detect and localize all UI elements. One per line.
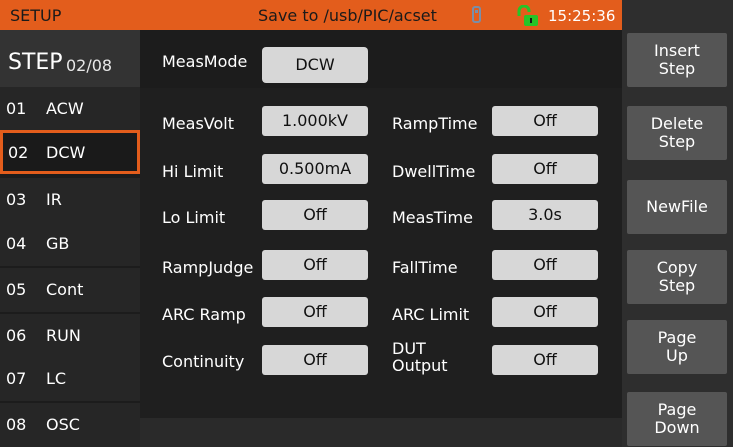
step-name: IR <box>46 190 62 209</box>
lo-limit-value[interactable]: Off <box>262 200 368 230</box>
step-number: 05 <box>6 280 27 299</box>
unlocked-padlock-icon <box>516 4 540 27</box>
step-label: STEP <box>8 50 63 75</box>
panel-footer <box>140 418 622 447</box>
step-name: LC <box>46 369 67 388</box>
page-up-button[interactable]: Page Up <box>627 320 727 374</box>
continuity-value[interactable]: Off <box>262 345 368 375</box>
step-item-cont[interactable]: 05 Cont <box>0 268 140 312</box>
meas-time-label: MeasTime <box>392 208 473 227</box>
meas-volt-value[interactable]: 1.000kV <box>262 106 368 136</box>
step-number: 01 <box>6 99 27 118</box>
step-number: 02 <box>8 143 29 162</box>
step-item-ir[interactable]: 03 IR <box>0 178 140 222</box>
step-name: RUN <box>46 326 81 345</box>
new-file-button[interactable]: NewFile <box>627 180 727 234</box>
meas-mode-button[interactable]: DCW <box>262 47 368 83</box>
insert-step-button[interactable]: Insert Step <box>627 33 727 87</box>
step-item-acw[interactable]: 01 ACW <box>0 87 140 131</box>
usb-drive-icon <box>472 6 481 23</box>
meas-mode-label: MeasMode <box>162 52 248 71</box>
step-item-dcw[interactable]: 02 DCW <box>0 130 140 174</box>
step-name: Cont <box>46 280 84 299</box>
fall-time-value[interactable]: Off <box>492 250 598 280</box>
arc-ramp-value[interactable]: Off <box>262 297 368 327</box>
copy-step-button[interactable]: Copy Step <box>627 250 727 304</box>
step-number: 08 <box>6 415 27 434</box>
fall-time-label: FallTime <box>392 258 458 277</box>
arc-limit-value[interactable]: Off <box>492 297 598 327</box>
dwell-time-label: DwellTime <box>392 162 476 181</box>
continuity-label: Continuity <box>162 352 245 371</box>
screen-title: SETUP <box>10 6 62 25</box>
meas-volt-label: MeasVolt <box>162 114 234 133</box>
arc-ramp-label: ARC Ramp <box>162 305 246 324</box>
lo-limit-label: Lo Limit <box>162 208 226 227</box>
step-count: 02/08 <box>66 56 113 75</box>
dut-output-value[interactable]: Off <box>492 345 598 375</box>
step-number: 07 <box>6 369 27 388</box>
arc-limit-label: ARC Limit <box>392 305 470 324</box>
ramp-judge-label: RampJudge <box>162 258 254 277</box>
page-down-button[interactable]: Page Down <box>627 392 727 446</box>
step-name: OSC <box>46 415 80 434</box>
meas-time-value[interactable]: 3.0s <box>492 200 598 230</box>
step-number: 04 <box>6 234 27 253</box>
step-number: 03 <box>6 190 27 209</box>
step-name: ACW <box>46 99 84 118</box>
ramp-time-label: RampTime <box>392 114 478 133</box>
dut-output-label: DUT Output <box>392 339 448 375</box>
ramp-time-value[interactable]: Off <box>492 106 598 136</box>
step-item-osc[interactable]: 08 OSC <box>0 403 140 447</box>
step-item-run[interactable]: 06 RUN <box>0 314 140 358</box>
step-item-gb[interactable]: 04 GB <box>0 222 140 266</box>
hi-limit-label: Hi Limit <box>162 162 224 181</box>
dwell-time-value[interactable]: Off <box>492 154 598 184</box>
clock-time: 15:25:36 <box>548 7 616 25</box>
delete-step-button[interactable]: Delete Step <box>627 106 727 160</box>
step-number: 06 <box>6 326 27 345</box>
save-path-label: Save to /usb/PIC/acset <box>258 6 437 25</box>
step-name: GB <box>46 234 70 253</box>
step-name: DCW <box>46 143 86 162</box>
step-item-lc[interactable]: 07 LC <box>0 357 140 401</box>
ramp-judge-value[interactable]: Off <box>262 250 368 280</box>
hi-limit-value[interactable]: 0.500mA <box>262 154 368 184</box>
